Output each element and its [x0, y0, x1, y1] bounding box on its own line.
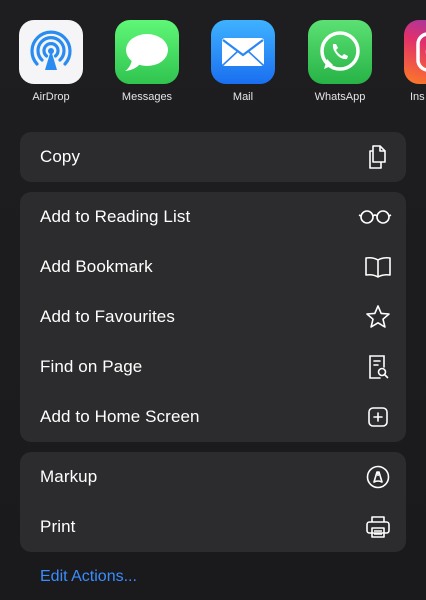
app-label: AirDrop [32, 91, 70, 103]
action-label: Add Bookmark [40, 257, 153, 276]
instagram-icon [404, 20, 426, 84]
glasses-icon [358, 203, 392, 231]
action-add-to-reading-list[interactable]: Add to Reading List [20, 192, 406, 242]
action-add-to-home-screen[interactable]: Add to Home Screen [20, 392, 406, 442]
app-label: Ins [410, 91, 425, 103]
mail-icon [211, 20, 275, 84]
app-mail[interactable]: Mail [203, 20, 283, 103]
action-label: Copy [40, 147, 81, 166]
book-icon [364, 253, 392, 281]
app-label: Messages [121, 91, 173, 103]
action-markup[interactable]: Markup [20, 452, 406, 502]
copy-icon [364, 143, 392, 171]
tools-group: Markup Print [20, 452, 406, 552]
markup-icon [364, 463, 392, 491]
edit-actions-link[interactable]: Edit Actions... [40, 568, 137, 586]
app-share-row: AirDrop Messages Mail WhatsApp Ins [0, 20, 426, 110]
messages-icon [115, 20, 179, 84]
app-airdrop[interactable]: AirDrop [11, 20, 91, 103]
action-label: Find on Page [40, 357, 143, 376]
copy-group: Copy [20, 132, 406, 182]
action-add-bookmark[interactable]: Add Bookmark [20, 242, 406, 292]
action-label: Add to Home Screen [40, 407, 200, 426]
airdrop-icon [19, 20, 83, 84]
printer-icon [364, 513, 392, 541]
action-label: Add to Favourites [40, 307, 175, 326]
main-actions-group: Add to Reading List Add Bookmark Add to … [20, 192, 406, 442]
action-label: Add to Reading List [40, 207, 191, 226]
star-icon [364, 303, 392, 331]
action-copy[interactable]: Copy [20, 132, 406, 182]
app-messages[interactable]: Messages [107, 20, 187, 103]
plus-square-icon [364, 403, 392, 431]
app-instagram[interactable]: Ins [396, 20, 426, 103]
action-label: Print [40, 517, 76, 536]
action-find-on-page[interactable]: Find on Page [20, 342, 406, 392]
app-label: Mail [232, 91, 254, 103]
action-label: Markup [40, 467, 98, 486]
action-add-to-favourites[interactable]: Add to Favourites [20, 292, 406, 342]
find-on-page-icon [364, 353, 392, 381]
action-print[interactable]: Print [20, 502, 406, 552]
app-whatsapp[interactable]: WhatsApp [300, 20, 380, 103]
share-sheet: AirDrop Messages Mail WhatsApp Ins Copy … [0, 0, 426, 600]
whatsapp-icon [308, 20, 372, 84]
app-label: WhatsApp [314, 91, 366, 103]
